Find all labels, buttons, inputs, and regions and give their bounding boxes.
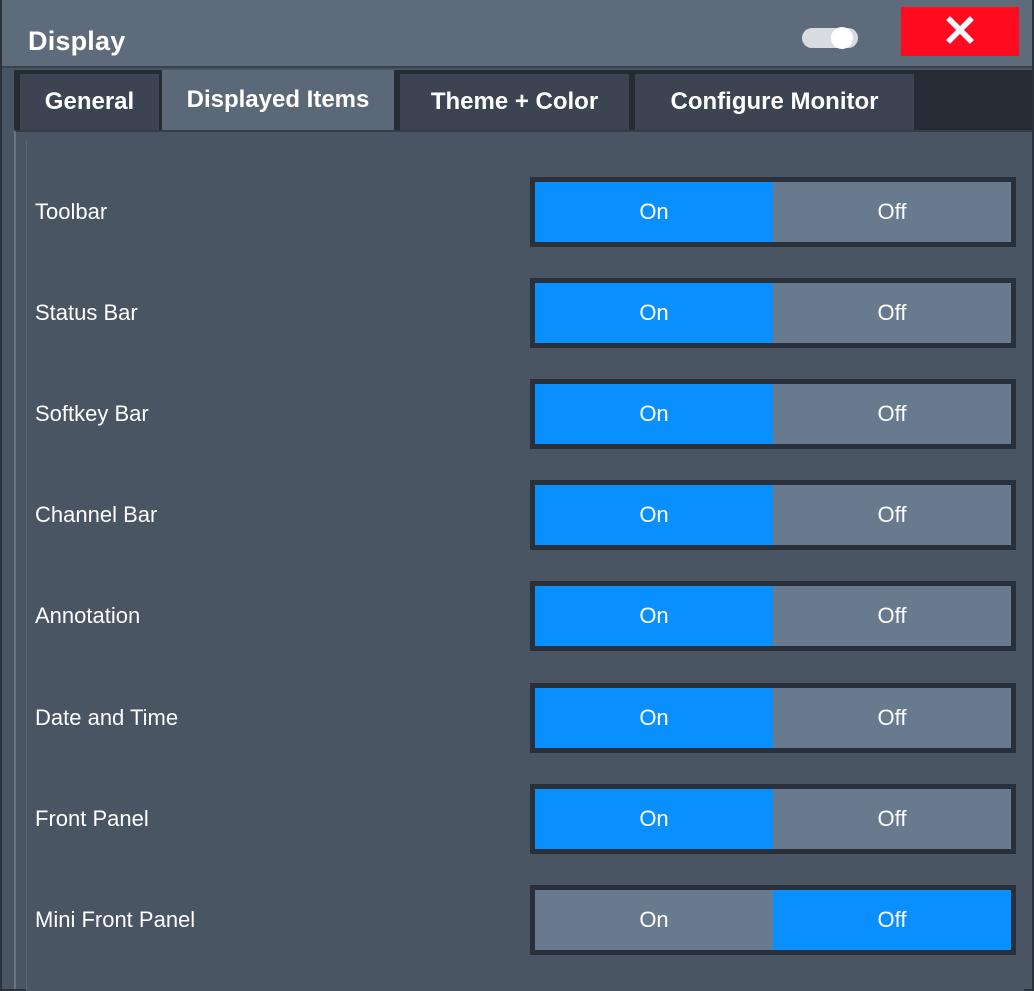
off-option[interactable]: Off: [773, 283, 1011, 343]
on-option[interactable]: On: [535, 890, 773, 950]
settings-list: Toolbar On Off Status Bar On Off Softkey…: [26, 140, 1024, 991]
display-dialog: Display General Displayed Items Theme + …: [0, 0, 1034, 991]
tab-label: Configure Monitor: [670, 88, 879, 115]
title-bar: Display: [2, 0, 1032, 68]
off-option[interactable]: Off: [773, 688, 1011, 748]
off-option[interactable]: Off: [773, 182, 1011, 242]
setting-label: Date and Time: [35, 705, 179, 730]
on-option[interactable]: On: [535, 688, 773, 748]
on-option[interactable]: On: [535, 384, 773, 444]
setting-label: Front Panel: [35, 806, 149, 831]
setting-row-channel-bar: Channel Bar On Off: [27, 480, 1024, 550]
tab-displayed-items[interactable]: Displayed Items: [162, 70, 397, 130]
setting-row-mini-front-panel: Mini Front Panel On Off: [27, 885, 1024, 955]
setting-label: Status Bar: [35, 300, 138, 325]
setting-label: Softkey Bar: [35, 401, 149, 426]
tab-label: General: [44, 88, 135, 115]
setting-row-status-bar: Status Bar On Off: [27, 278, 1024, 348]
off-option[interactable]: Off: [773, 384, 1011, 444]
tab-configure-monitor[interactable]: Configure Monitor: [635, 74, 917, 130]
on-option[interactable]: On: [535, 789, 773, 849]
on-off-toggle: On Off: [530, 885, 1016, 955]
setting-row-date-and-time: Date and Time On Off: [27, 683, 1024, 753]
on-option[interactable]: On: [535, 586, 773, 646]
close-button[interactable]: [901, 7, 1019, 56]
setting-row-annotation: Annotation On Off: [27, 581, 1024, 651]
on-off-toggle: On Off: [530, 581, 1016, 651]
off-option[interactable]: Off: [773, 586, 1011, 646]
off-option[interactable]: Off: [773, 485, 1011, 545]
on-option[interactable]: On: [535, 283, 773, 343]
on-option[interactable]: On: [535, 485, 773, 545]
tab-label: Displayed Items: [186, 86, 370, 113]
setting-row-softkey-bar: Softkey Bar On Off: [27, 379, 1024, 449]
on-off-toggle: On Off: [530, 683, 1016, 753]
setting-row-front-panel: Front Panel On Off: [27, 784, 1024, 854]
tab-bar: General Displayed Items Theme + Color Co…: [14, 70, 1032, 130]
tab-general[interactable]: General: [20, 74, 162, 130]
toggle-switch-icon[interactable]: [800, 26, 860, 50]
on-option[interactable]: On: [535, 182, 773, 242]
on-off-toggle: On Off: [530, 379, 1016, 449]
on-off-toggle: On Off: [530, 177, 1016, 247]
on-off-toggle: On Off: [530, 278, 1016, 348]
tab-label: Theme + Color: [430, 88, 599, 115]
setting-row-toolbar: Toolbar On Off: [27, 177, 1024, 247]
off-option[interactable]: Off: [773, 789, 1011, 849]
close-icon: [945, 15, 975, 48]
setting-label: Annotation: [35, 603, 141, 628]
off-option[interactable]: Off: [773, 890, 1011, 950]
setting-label: Toolbar: [35, 199, 108, 224]
on-off-toggle: On Off: [530, 784, 1016, 854]
dialog-title: Display: [28, 26, 126, 56]
setting-label: Channel Bar: [35, 502, 158, 527]
displayed-items-panel: Toolbar On Off Status Bar On Off Softkey…: [14, 130, 1032, 991]
on-off-toggle: On Off: [530, 480, 1016, 550]
tab-theme-color[interactable]: Theme + Color: [400, 74, 632, 130]
setting-label: Mini Front Panel: [35, 907, 196, 932]
